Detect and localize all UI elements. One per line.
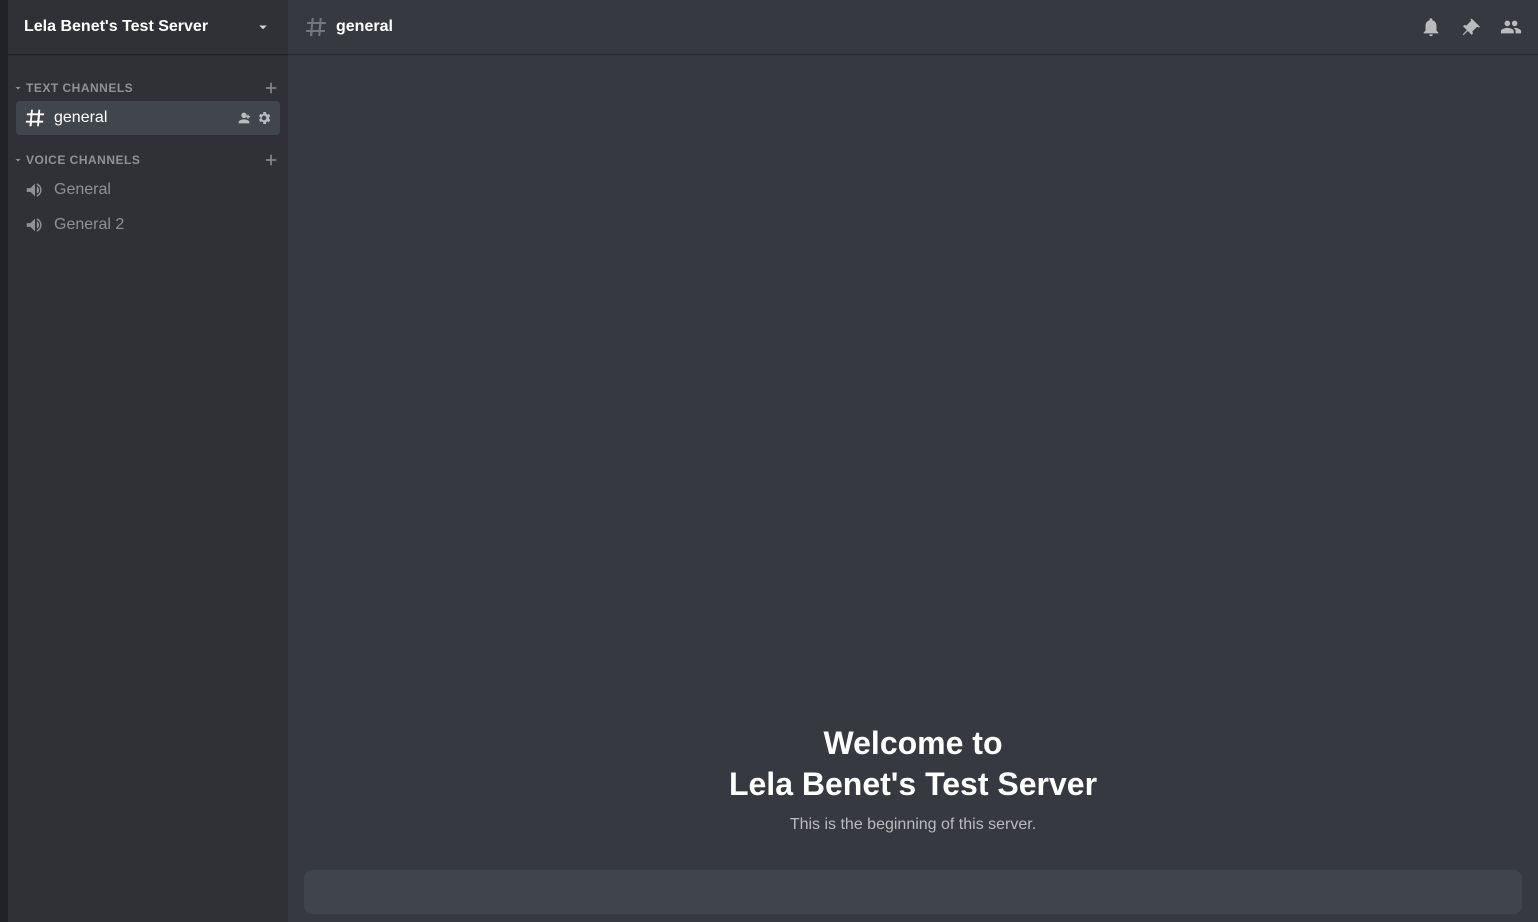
hash-icon: [24, 107, 46, 129]
chat-main: general Welcome to Lela Benet's Test Ser…: [288, 0, 1538, 922]
welcome-line1: Welcome to: [824, 725, 1003, 761]
channel-general[interactable]: general: [16, 101, 280, 135]
category-voice-channels: VOICE CHANNELS General: [8, 136, 288, 242]
channel-name: General 2: [54, 216, 124, 234]
category-text-channels: TEXT CHANNELS general: [8, 64, 288, 135]
speaker-icon: [24, 214, 46, 236]
message-input[interactable]: [304, 870, 1522, 914]
welcome-subtitle: This is the beginning of this server.: [304, 816, 1522, 834]
category-label: TEXT CHANNELS: [26, 81, 133, 95]
category-header-text[interactable]: TEXT CHANNELS: [8, 76, 288, 100]
chat-scroll[interactable]: Welcome to Lela Benet's Test Server This…: [288, 54, 1538, 870]
category-header-voice[interactable]: VOICE CHANNELS: [8, 148, 288, 172]
chat-header: general: [288, 0, 1538, 54]
channel-title: general: [336, 18, 393, 36]
bell-icon[interactable]: [1420, 16, 1442, 38]
welcome-block: Welcome to Lela Benet's Test Server This…: [304, 723, 1522, 834]
channel-name: general: [54, 109, 107, 127]
header-toolbar: [1420, 16, 1522, 38]
chat-input-area: [288, 870, 1538, 922]
hash-icon: [304, 15, 328, 39]
gear-icon[interactable]: [256, 110, 272, 126]
members-icon[interactable]: [1500, 16, 1522, 38]
voice-channel-general-2[interactable]: General 2: [16, 208, 280, 242]
server-name: Lela Benet's Test Server: [24, 18, 208, 36]
voice-channel-general[interactable]: General: [16, 173, 280, 207]
add-channel-button[interactable]: [262, 151, 280, 169]
add-channel-button[interactable]: [262, 79, 280, 97]
chevron-down-icon: [12, 82, 24, 94]
category-label: VOICE CHANNELS: [26, 153, 140, 167]
channel-sidebar: Lela Benet's Test Server TEXT CHANNELS: [8, 0, 288, 922]
channel-name: General: [54, 181, 111, 199]
chevron-down-icon: [254, 18, 272, 36]
speaker-icon: [24, 179, 46, 201]
guilds-bar: [0, 0, 8, 922]
pin-icon[interactable]: [1460, 16, 1482, 38]
create-invite-icon[interactable]: [236, 110, 252, 126]
chevron-down-icon: [12, 154, 24, 166]
welcome-heading: Welcome to Lela Benet's Test Server: [304, 723, 1522, 806]
welcome-line2: Lela Benet's Test Server: [729, 766, 1097, 802]
channel-list: TEXT CHANNELS general: [8, 54, 288, 922]
server-header-button[interactable]: Lela Benet's Test Server: [8, 0, 288, 54]
